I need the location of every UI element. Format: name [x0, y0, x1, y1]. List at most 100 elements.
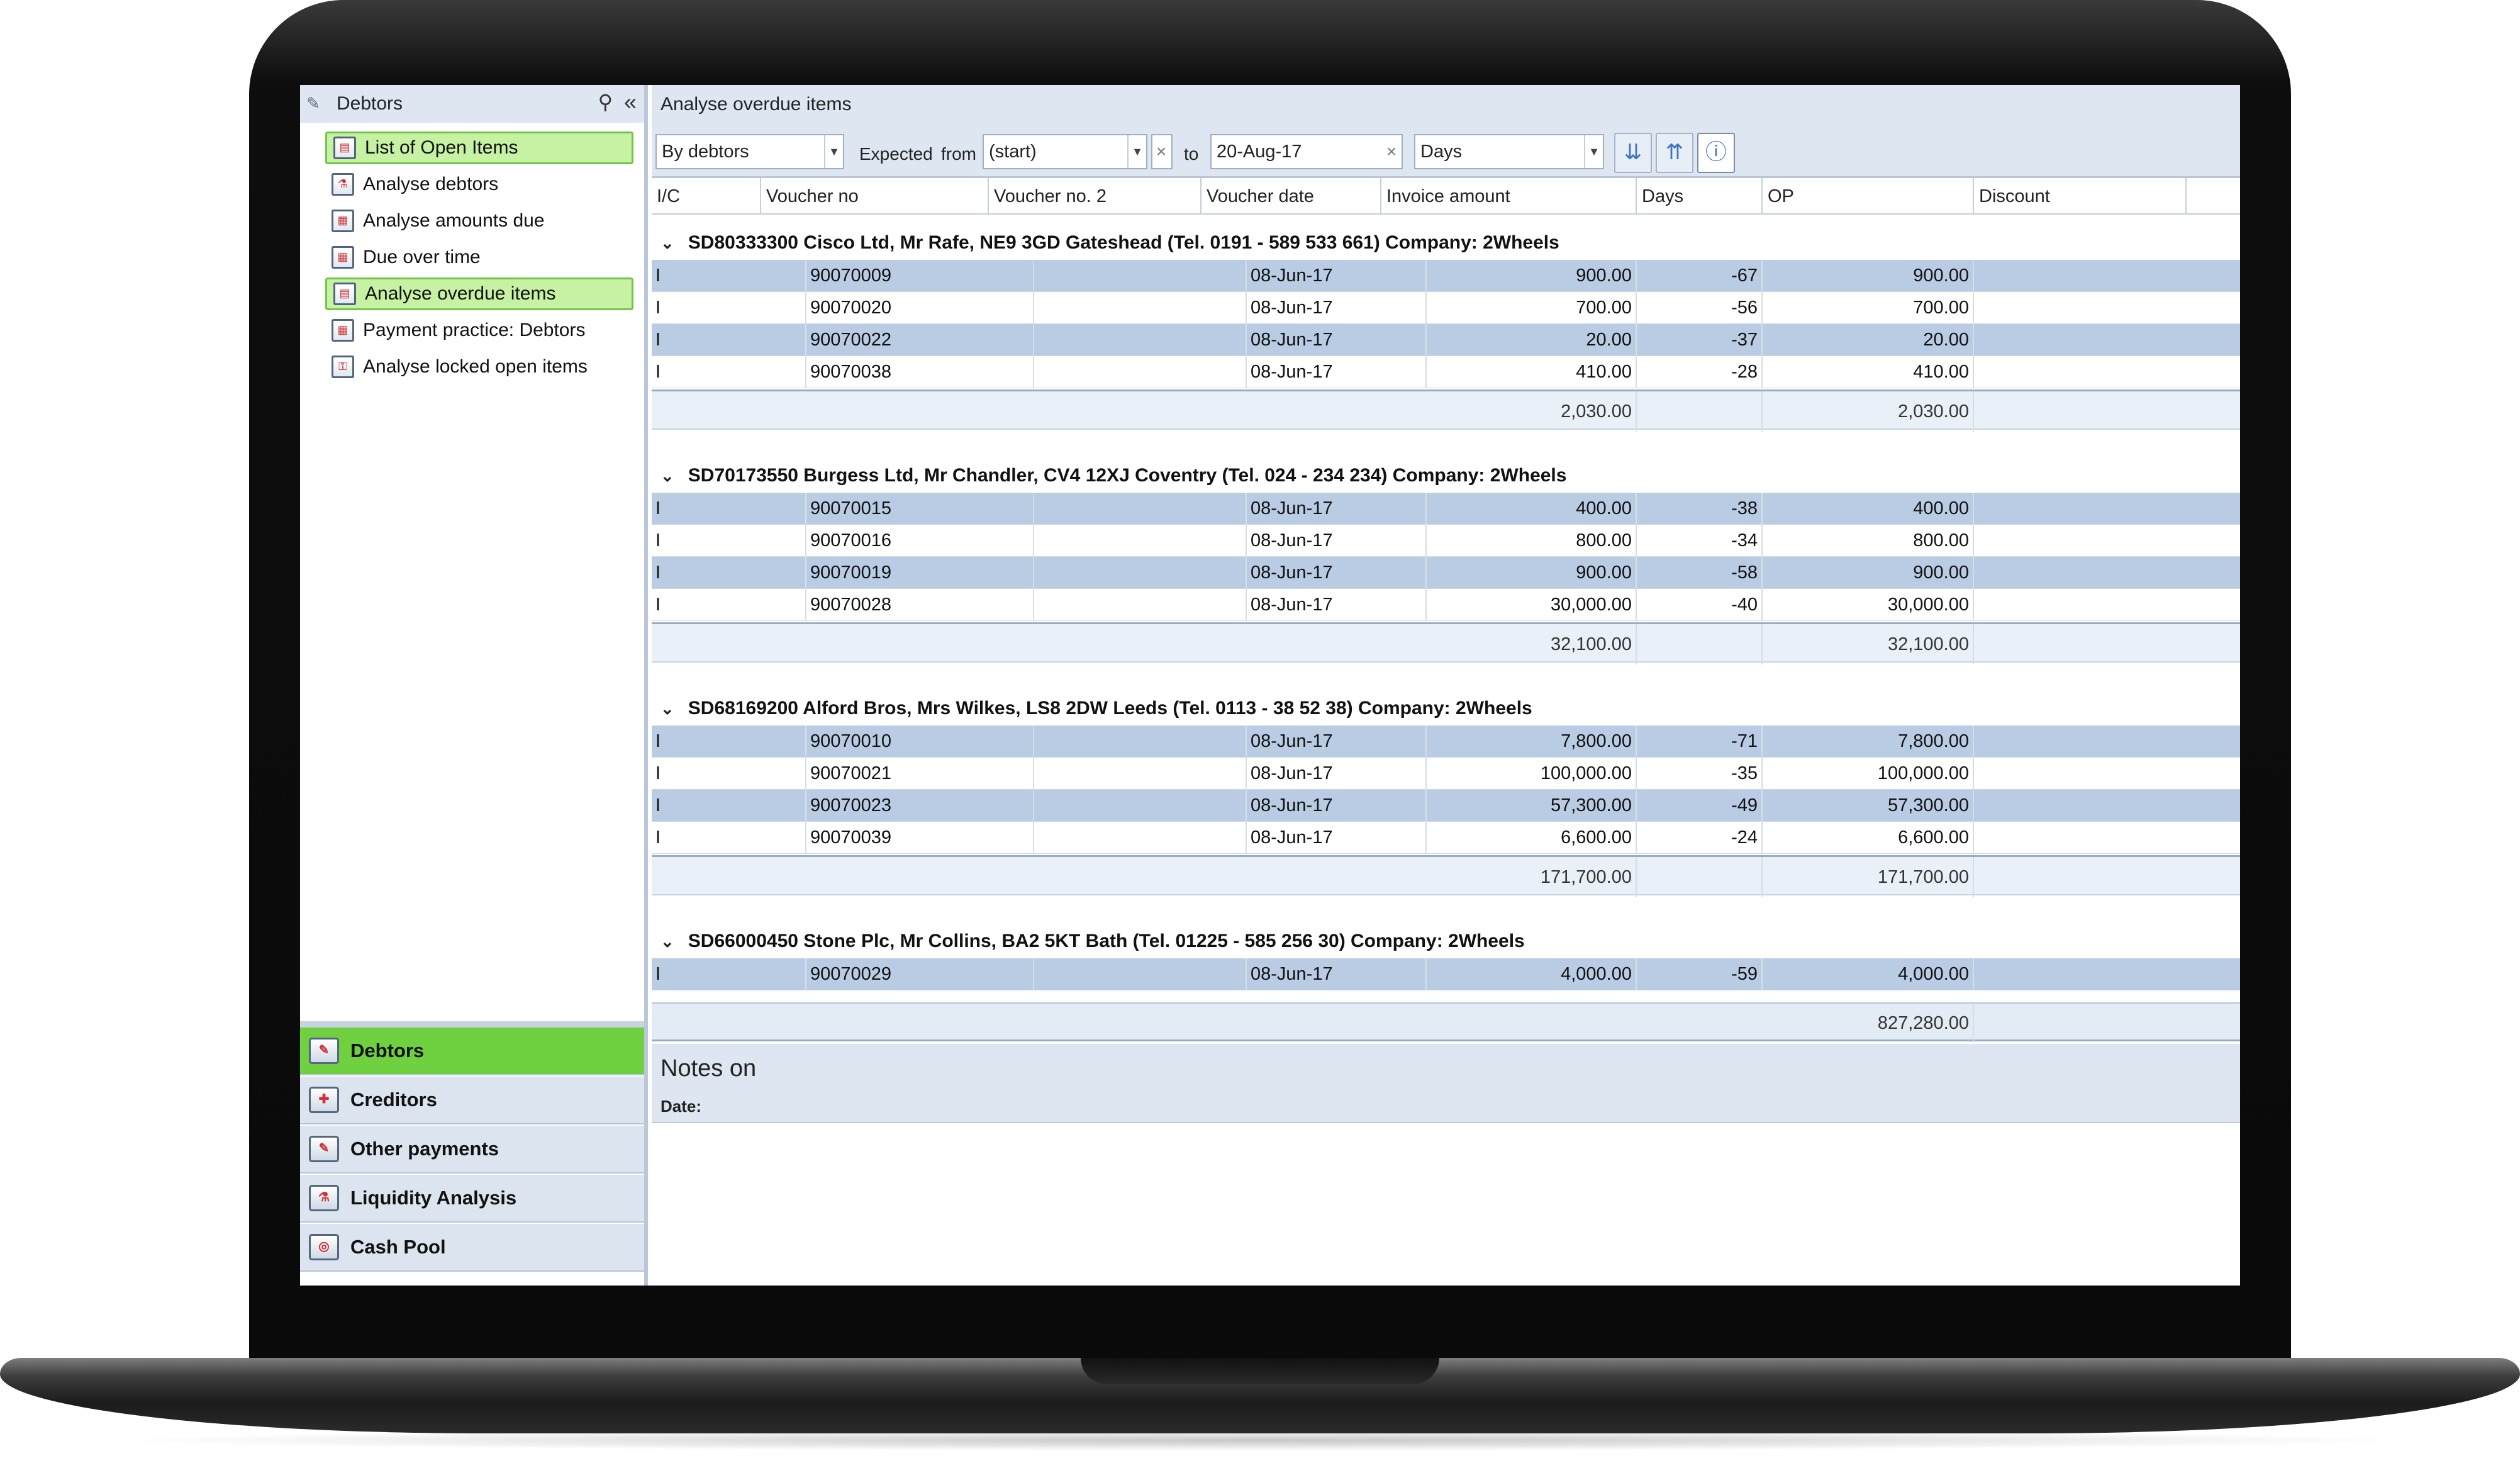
table-row[interactable]: I 90070038 08-Jun-17 410.00 -28 410.00 [652, 356, 2240, 388]
cell-op: 57,300.00 [1763, 790, 1974, 822]
unit-select[interactable]: Days ▼ [1414, 134, 1604, 169]
module-liquidity-analysis[interactable]: ⚗ Liquidity Analysis [300, 1175, 644, 1223]
table-row[interactable]: I 90070022 08-Jun-17 20.00 -37 20.00 [652, 324, 2240, 356]
cell-voucher-2 [1034, 356, 1247, 388]
cell-op: 100,000.00 [1763, 758, 1974, 790]
cell-voucher: 90070028 [806, 589, 1034, 621]
column-discount[interactable]: Discount [1974, 178, 2187, 215]
table-row[interactable]: I 90070020 08-Jun-17 700.00 -56 700.00 [652, 292, 2240, 324]
chevron-down-icon[interactable]: ⌄ [661, 932, 674, 951]
table-row[interactable]: I 90070023 08-Jun-17 57,300.00 -49 57,30… [652, 790, 2240, 822]
cell-date: 08-Jun-17 [1247, 758, 1427, 790]
column-invoice-amount[interactable]: Invoice amount [1381, 178, 1637, 215]
nav-item-due-over-time[interactable]: ▦ Due over time [325, 241, 633, 274]
column-op[interactable]: OP [1763, 178, 1974, 215]
nav-item-label: Analyse debtors [363, 174, 499, 194]
cell-op: 4,000.00 [1763, 958, 1974, 990]
group-by-select[interactable]: By debtors ▼ [655, 134, 844, 169]
close-icon[interactable]: × [1383, 135, 1400, 168]
column-voucher-no-2[interactable]: Voucher no. 2 [989, 178, 1201, 215]
module-cash-pool[interactable]: ◎ Cash Pool [300, 1224, 644, 1272]
to-date-value: 20-Aug-17 [1217, 142, 1302, 162]
table-row[interactable]: I 90070021 08-Jun-17 100,000.00 -35 100,… [652, 758, 2240, 790]
column-voucher-no[interactable]: Voucher no [761, 178, 989, 215]
nav-item-analyse-amounts-due[interactable]: ▦ Analyse amounts due [325, 205, 633, 237]
cell-voucher-2 [1034, 525, 1247, 557]
cell-voucher-2 [1034, 958, 1247, 990]
group-total-amount: 2,030.00 [1427, 391, 1637, 432]
table-row[interactable]: I 90070010 08-Jun-17 7,800.00 -71 7,800.… [652, 726, 2240, 758]
flask-icon: ⚗ [309, 1185, 339, 1211]
module-creditors[interactable]: ✚ Creditors [300, 1077, 644, 1124]
module-debtors[interactable]: ✎ Debtors [300, 1028, 644, 1075]
table-row[interactable]: I 90070029 08-Jun-17 4,000.00 -59 4,000.… [652, 958, 2240, 990]
cell-days: -37 [1637, 324, 1763, 356]
cell-date: 08-Jun-17 [1247, 292, 1427, 324]
cell-date: 08-Jun-17 [1247, 356, 1427, 388]
table-row[interactable]: I 90070009 08-Jun-17 900.00 -67 900.00 [652, 260, 2240, 292]
expand-all-button[interactable]: ⇊ [1614, 133, 1652, 173]
table-row[interactable]: I 90070016 08-Jun-17 800.00 -34 800.00 [652, 525, 2240, 557]
search-icon[interactable]: ⚲ [598, 90, 613, 114]
summary-days-empty [1637, 857, 1763, 897]
group-header[interactable]: ⌄ SD66000450 Stone Plc, Mr Collins, BA2 5… [652, 913, 2240, 958]
expand-icon: ⇊ [1624, 140, 1642, 164]
collapse-all-button[interactable]: ⇈ [1656, 133, 1693, 173]
debtor-group: ⌄ SD68169200 Alford Bros, Mrs Wilkes, LS8… [652, 680, 2240, 913]
nav-item-label: Payment practice: Debtors [363, 320, 586, 340]
table-row[interactable]: I 90070019 08-Jun-17 900.00 -58 900.00 [652, 557, 2240, 589]
cell-op: 700.00 [1763, 292, 1974, 324]
column-voucher-date[interactable]: Voucher date [1201, 178, 1381, 215]
nav-item-label: Analyse locked open items [363, 356, 588, 377]
nav-item-analyse-debtors[interactable]: ⚗ Analyse debtors [325, 168, 633, 201]
cell-ic: I [652, 726, 806, 758]
nav-item-list-of-open-items[interactable]: ▤ List of Open Items [325, 132, 633, 164]
chevron-down-icon[interactable]: ⌄ [661, 466, 674, 486]
nav-item-payment-practice[interactable]: ▦ Payment practice: Debtors [325, 314, 633, 347]
group-header[interactable]: ⌄ SD68169200 Alford Bros, Mrs Wilkes, LS8… [652, 680, 2240, 726]
cell-date: 08-Jun-17 [1247, 525, 1427, 557]
table-row[interactable]: I 90070028 08-Jun-17 30,000.00 -40 30,00… [652, 589, 2240, 621]
collapse-icon[interactable]: « [624, 89, 637, 115]
calendar-icon: ▦ [332, 246, 354, 269]
to-date-field[interactable]: 20-Aug-17 × [1210, 134, 1403, 169]
debtor-group: ⌄ SD70173550 Burgess Ltd, Mr Chandler, CV… [652, 447, 2240, 680]
table-row[interactable]: I 90070039 08-Jun-17 6,600.00 -24 6,600.… [652, 822, 2240, 854]
group-header[interactable]: ⌄ SD70173550 Burgess Ltd, Mr Chandler, CV… [652, 447, 2240, 493]
cell-date: 08-Jun-17 [1247, 589, 1427, 621]
table-row[interactable]: I 90070015 08-Jun-17 400.00 -38 400.00 [652, 493, 2240, 525]
nav-item-analyse-overdue-items[interactable]: ▤ Analyse overdue items [325, 277, 633, 310]
cell-amount: 800.00 [1427, 525, 1637, 557]
module-other-payments[interactable]: ✎ Other payments [300, 1126, 644, 1174]
info-button[interactable]: ⓘ [1697, 133, 1735, 173]
expected-label: Expected [859, 144, 933, 164]
chevron-down-icon[interactable]: ⌄ [661, 699, 674, 719]
column-days[interactable]: Days [1637, 178, 1763, 215]
module-splitter[interactable] [300, 1021, 644, 1028]
chevron-down-icon[interactable]: ▼ [1127, 135, 1146, 168]
nav-item-label: List of Open Items [365, 137, 518, 158]
flask-icon: ⚗ [332, 173, 354, 196]
chevron-down-icon[interactable]: ▼ [824, 135, 843, 168]
group-header[interactable]: ⌄ SD80333300 Cisco Ltd, Mr Rafe, NE9 3GD … [652, 215, 2240, 260]
module-label: Other payments [350, 1138, 499, 1160]
chevron-down-icon[interactable]: ▼ [1584, 135, 1603, 168]
cell-voucher: 90070015 [806, 493, 1034, 525]
chevron-down-icon[interactable]: ⌄ [661, 233, 674, 253]
debtor-group: ⌄ SD80333300 Cisco Ltd, Mr Rafe, NE9 3GD … [652, 215, 2240, 447]
cell-op: 20.00 [1763, 324, 1974, 356]
clear-from-button[interactable]: × [1151, 134, 1173, 169]
to-label: to [1184, 144, 1199, 164]
cell-date: 08-Jun-17 [1247, 493, 1427, 525]
cell-days: -67 [1637, 260, 1763, 292]
from-date-field[interactable]: (start) ▼ [983, 134, 1147, 169]
cell-ic: I [652, 958, 806, 990]
notes-text-area[interactable] [652, 1122, 2240, 1286]
cell-voucher-2 [1034, 557, 1247, 589]
cell-amount: 410.00 [1427, 356, 1637, 388]
cell-op: 800.00 [1763, 525, 1974, 557]
column-ic[interactable]: I/C [652, 178, 761, 215]
nav-item-analyse-locked-open-items[interactable]: ⚿ Analyse locked open items [325, 350, 633, 383]
cell-voucher: 90070029 [806, 958, 1034, 990]
payments-icon: ✎ [309, 1136, 339, 1162]
